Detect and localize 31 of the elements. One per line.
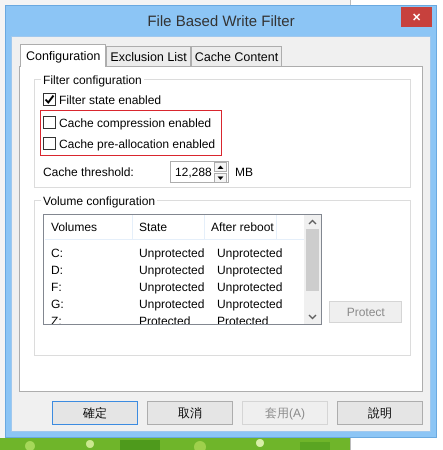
column-header[interactable]: After reboot bbox=[205, 215, 277, 239]
table-cell-text: Unprotected bbox=[138, 246, 206, 260]
column-header[interactable]: Volumes bbox=[45, 215, 133, 239]
dialog-button[interactable]: 確定 bbox=[52, 401, 138, 425]
dialog-button[interactable]: 說明 bbox=[337, 401, 423, 425]
group-label: Filter configuration bbox=[41, 73, 144, 87]
unit-label: MB bbox=[235, 165, 253, 179]
window-title: File Based Write Filter bbox=[147, 12, 295, 30]
field-label: Cache threshold: bbox=[43, 165, 135, 179]
tab[interactable]: Exclusion List bbox=[106, 46, 191, 66]
close-button[interactable]: ✕ bbox=[401, 7, 432, 27]
column-header[interactable]: State bbox=[133, 215, 205, 239]
table-cell-text: Unprotected bbox=[216, 246, 284, 260]
table-cell-text: Unprotected bbox=[216, 296, 284, 310]
table-cell-text: Unprotected bbox=[138, 280, 206, 294]
dialog-button[interactable]: 取消 bbox=[147, 401, 233, 425]
table-cell-text: G: bbox=[50, 296, 65, 310]
checkbox-label: Cache pre-allocation enabled bbox=[59, 136, 216, 150]
table-cell-text: Unprotected bbox=[138, 262, 206, 276]
group-label: Volume configuration bbox=[41, 194, 158, 208]
table-cell-text: Unprotected bbox=[216, 280, 284, 294]
table-cell-text: D: bbox=[50, 262, 64, 276]
table-cell-text: C: bbox=[50, 246, 64, 260]
checkbox-label: Cache compression enabled bbox=[59, 116, 212, 130]
checkbox-label: Filter state enabled bbox=[59, 92, 162, 106]
table-cell-text: Unprotected bbox=[216, 262, 284, 276]
table-cell-text: F: bbox=[50, 280, 63, 294]
tab[interactable]: Cache Content bbox=[190, 46, 282, 66]
number-field[interactable]: 12,288 bbox=[170, 161, 229, 183]
tab[interactable]: Configuration bbox=[20, 44, 106, 67]
table-cell-text: Unprotected bbox=[138, 296, 206, 310]
